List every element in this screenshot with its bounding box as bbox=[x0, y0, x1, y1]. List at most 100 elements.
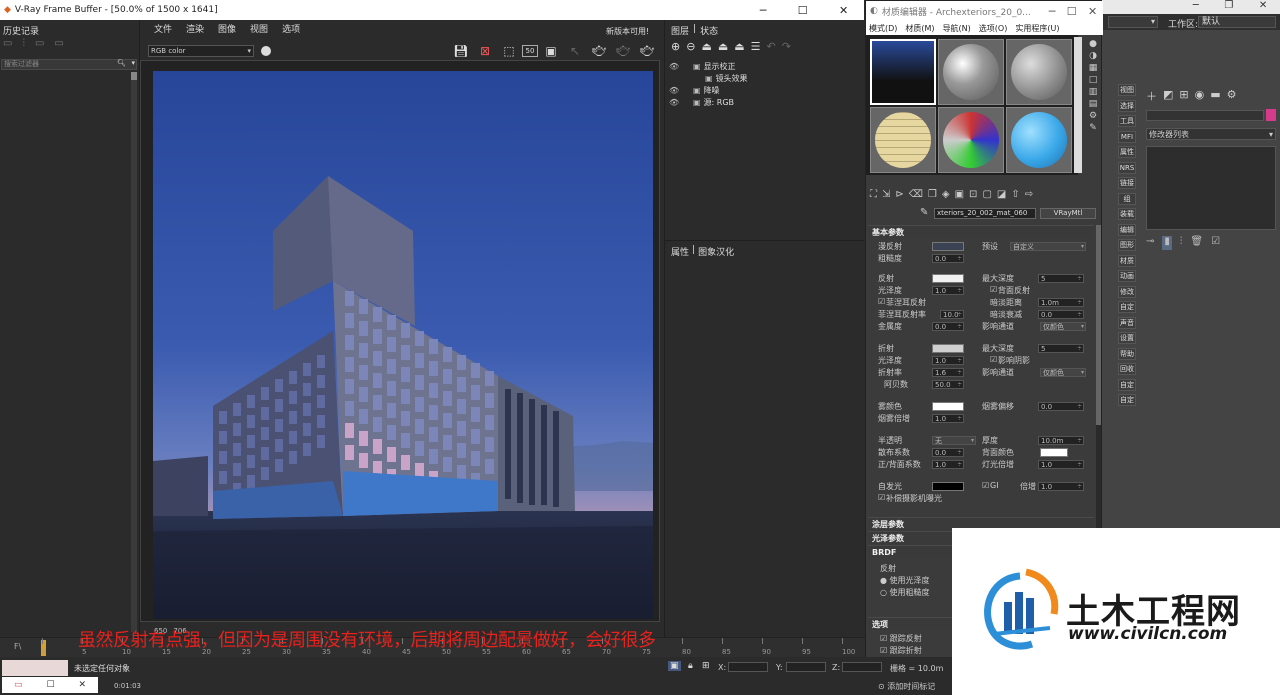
trace-reflect-checkbox[interactable]: ☑ 跟踪反射 bbox=[880, 633, 922, 644]
save-layers-icon[interactable]: ⏏ bbox=[701, 40, 711, 53]
close-icon[interactable]: ✕ bbox=[1088, 5, 1097, 18]
redo-icon[interactable]: ↷ bbox=[782, 40, 791, 53]
spinner-ior[interactable]: 1.6 ÷ bbox=[932, 368, 964, 377]
color-circle-icon[interactable] bbox=[261, 46, 271, 56]
side-panel-button[interactable]: 装载 bbox=[1118, 208, 1136, 220]
spinner-gloss[interactable]: 1.0 ÷ bbox=[932, 286, 964, 295]
vfb-menu-item[interactable]: 文件 bbox=[154, 22, 172, 35]
spinner-fog-mult[interactable]: 1.0 ÷ bbox=[932, 414, 964, 423]
close-icon[interactable]: ✕ bbox=[78, 680, 86, 690]
side-panel-button[interactable]: NRS bbox=[1118, 161, 1136, 174]
layer-row[interactable]: 👁︎ ▣ 显示校正 bbox=[669, 60, 859, 72]
load-layers-icon[interactable]: ⏏ bbox=[718, 40, 728, 53]
side-panel-button[interactable]: 帮助 bbox=[1118, 347, 1136, 360]
add-time-tag[interactable]: ⊙ 添加时间标记 bbox=[878, 681, 935, 692]
spinner-thickness[interactable]: 10.0m ÷ bbox=[1038, 436, 1084, 445]
undo-icon[interactable]: ↶ bbox=[767, 40, 776, 53]
modifier-list[interactable]: 修改器列表 ▾ bbox=[1146, 128, 1276, 140]
pick-icon[interactable]: ↖ bbox=[564, 42, 586, 60]
use-gloss-radio[interactable]: ● 使用光泽度 bbox=[880, 575, 930, 586]
reset-icon[interactable]: ⌫ bbox=[909, 189, 923, 200]
modify-icon[interactable]: ◩ bbox=[1163, 88, 1173, 104]
background-icon[interactable]: ▦ bbox=[1089, 63, 1098, 73]
zoom-50-button[interactable]: 50 bbox=[522, 45, 538, 57]
use-rough-radio[interactable]: ○ 使用粗糙度 bbox=[880, 587, 930, 598]
checkbox-affect-shadow[interactable]: ☑ bbox=[990, 355, 997, 364]
add-layer-icon[interactable]: ⊕ bbox=[671, 40, 680, 53]
timeline-config-icon[interactable]: F\ bbox=[14, 642, 21, 651]
checkbox-gi[interactable]: ☑ bbox=[982, 481, 989, 490]
color-swatch-fog[interactable] bbox=[932, 402, 964, 411]
side-panel-button[interactable]: 工具 bbox=[1118, 115, 1136, 127]
modifier-stack[interactable] bbox=[1146, 146, 1276, 230]
spinner-light-mult[interactable]: 1.0 ÷ bbox=[1038, 460, 1084, 469]
side-panel-button[interactable]: 设置 bbox=[1118, 332, 1136, 344]
backlight-icon[interactable]: ◑ bbox=[1089, 51, 1097, 61]
side-panel-button[interactable]: 视图 bbox=[1118, 84, 1136, 96]
tab-stats[interactable]: 状态 bbox=[700, 24, 718, 37]
selection-lock-icon[interactable]: 🔒︎ bbox=[688, 661, 693, 671]
color-swatch-reflect[interactable] bbox=[932, 274, 964, 283]
go-parent-icon[interactable]: ⇧ bbox=[1011, 189, 1019, 200]
clear-icon[interactable]: ⊠ bbox=[474, 42, 496, 60]
save-history-icon[interactable]: ▭ bbox=[3, 38, 12, 49]
mat-name-field[interactable]: xteriors_20_002_mat_060 bbox=[934, 208, 1036, 219]
object-name-field[interactable] bbox=[1146, 110, 1264, 121]
minimize-icon[interactable]: ─ bbox=[1049, 5, 1056, 18]
side-panel-button[interactable]: 图形 bbox=[1118, 239, 1136, 251]
side-panel-button[interactable]: 动画 bbox=[1118, 270, 1136, 282]
spinner-fb[interactable]: 1.0 ÷ bbox=[932, 460, 964, 469]
side-panel-button[interactable]: 回收 bbox=[1118, 363, 1136, 375]
spinner-dim-falloff[interactable]: 0.0 ÷ bbox=[1038, 310, 1084, 319]
color-swatch-back-color[interactable] bbox=[1040, 448, 1068, 457]
spinner-gloss2[interactable]: 1.0 ÷ bbox=[932, 356, 964, 365]
layer-row[interactable]: 👁︎ ▣ 源: RGB bbox=[669, 96, 859, 108]
mat-menu-item[interactable]: 实用程序(U) bbox=[1015, 23, 1059, 34]
close-icon[interactable]: ✕ bbox=[839, 4, 848, 17]
compare-icon[interactable]: ⫶ bbox=[22, 38, 25, 49]
max-dropdown[interactable]: ▾ bbox=[1108, 16, 1158, 28]
eye-icon[interactable]: 👁︎ bbox=[669, 86, 681, 95]
side-panel-button[interactable]: 组 bbox=[1118, 192, 1136, 205]
sample-slot-3[interactable] bbox=[1006, 39, 1072, 105]
coord-z-field[interactable] bbox=[842, 662, 882, 672]
side-panel-button[interactable]: 材质 bbox=[1118, 254, 1136, 267]
spinner-dim-dist[interactable]: 1.0m ÷ bbox=[1038, 298, 1084, 307]
side-panel-button[interactable]: 选择 bbox=[1118, 99, 1136, 112]
eye-icon[interactable]: 👁︎ bbox=[669, 98, 681, 107]
utilities-icon[interactable]: ⚙ bbox=[1227, 88, 1237, 104]
make-unique-icon[interactable]: ⫶ bbox=[1180, 236, 1183, 250]
region-render-icon[interactable]: ⬚ bbox=[498, 42, 520, 60]
stack-icon[interactable]: ⏏ bbox=[734, 40, 744, 53]
channel-select[interactable]: RGB color ▾ bbox=[148, 45, 254, 57]
sample-slot-1[interactable] bbox=[870, 39, 936, 105]
side-panel-button[interactable]: 自定 bbox=[1118, 394, 1136, 406]
object-color-swatch[interactable] bbox=[1266, 109, 1276, 121]
restore-icon[interactable]: ❐ bbox=[1224, 0, 1233, 14]
close-icon[interactable]: ✕ bbox=[1259, 0, 1267, 14]
props-tab2[interactable]: 图象汉化 bbox=[698, 245, 734, 258]
color-swatch-diffuse[interactable] bbox=[932, 242, 964, 251]
uv-tile-icon[interactable]: □ bbox=[1089, 75, 1098, 85]
motion-icon[interactable]: ◉ bbox=[1195, 88, 1205, 104]
dropdown-translucency[interactable]: 无 ▾ bbox=[932, 436, 976, 445]
mat-id-icon[interactable]: ⊡ bbox=[969, 189, 977, 200]
hierarchy-icon[interactable]: ⊞ bbox=[1179, 88, 1188, 104]
layer-row[interactable]: ▣ 镜头效果 bbox=[669, 72, 859, 84]
sample-slot-6[interactable] bbox=[1006, 107, 1072, 173]
unique-icon[interactable]: ◈ bbox=[942, 189, 950, 200]
go-sibling-icon[interactable]: ⇨ bbox=[1025, 189, 1033, 200]
checkbox-fresnel[interactable]: ☑ bbox=[878, 297, 885, 306]
fit-icon[interactable]: ▣ bbox=[540, 42, 562, 60]
side-panel-button[interactable]: 修改 bbox=[1118, 285, 1136, 298]
side-panel-button[interactable]: 声音 bbox=[1118, 316, 1136, 329]
list-icon[interactable]: ☰ bbox=[751, 40, 761, 53]
assign-icon[interactable]: ⊳ bbox=[895, 189, 903, 200]
tab-layers[interactable]: 图层 bbox=[671, 24, 689, 37]
sample-slot-2[interactable] bbox=[938, 39, 1004, 105]
trace-refract-checkbox[interactable]: ☑ 跟踪折射 bbox=[880, 645, 922, 656]
dropdown-affect-ch2[interactable]: 仅颜色 ▾ bbox=[1040, 368, 1086, 377]
dropdown-preset[interactable]: 自定义 ▾ bbox=[1010, 242, 1086, 251]
show-end-icon[interactable]: ▮ bbox=[1162, 236, 1172, 250]
make-preview-icon[interactable]: ▤ bbox=[1089, 99, 1098, 109]
